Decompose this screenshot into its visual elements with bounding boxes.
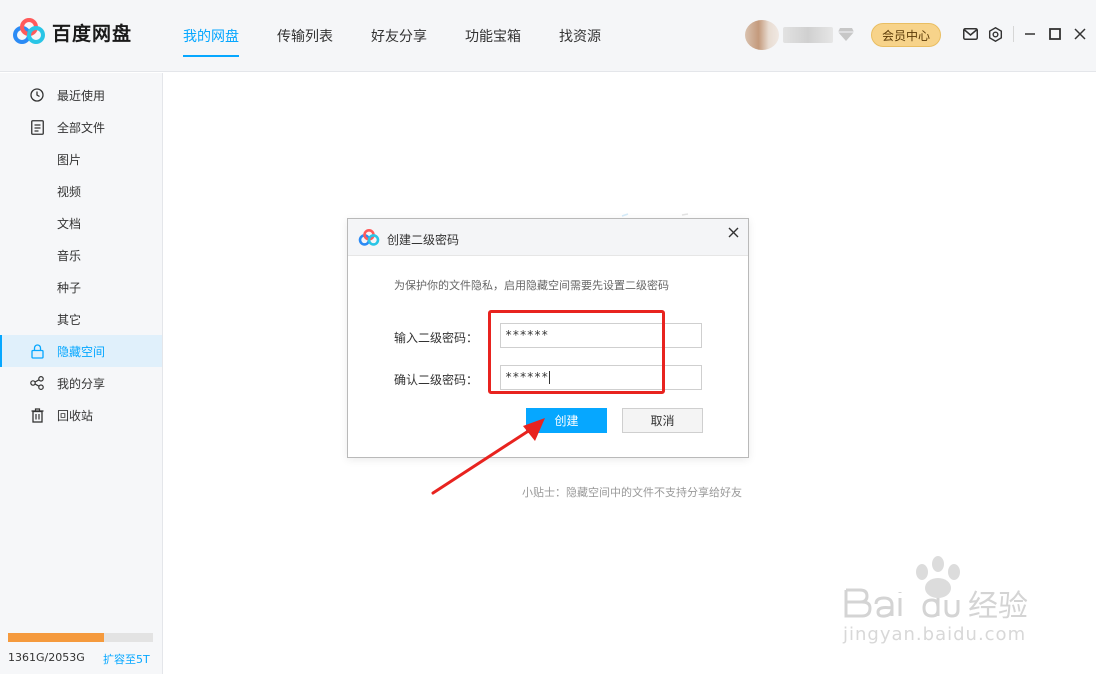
sidebar-item-label: 其它 xyxy=(57,312,82,327)
sidebar-item-label: 文档 xyxy=(57,216,82,231)
expand-storage-link[interactable]: 扩容至5T xyxy=(103,651,150,667)
tab-my-disk[interactable]: 我的网盘 xyxy=(183,0,239,72)
clock-icon xyxy=(29,87,45,103)
text-cursor xyxy=(549,371,551,384)
app-logo: 百度网盘 xyxy=(12,18,132,46)
sidebar-item-label: 隐藏空间 xyxy=(57,344,106,359)
username-blurred[interactable] xyxy=(783,27,833,43)
tab-toolbox[interactable]: 功能宝箱 xyxy=(465,0,521,72)
cancel-button[interactable]: 取消 xyxy=(622,408,703,433)
storage-progress-bar xyxy=(8,633,153,642)
close-window-icon[interactable] xyxy=(1072,26,1088,42)
sidebar-item-recent[interactable]: 最近使用 xyxy=(0,79,162,111)
dialog-close-icon[interactable] xyxy=(724,223,742,241)
sidebar-item-label: 回收站 xyxy=(57,408,94,423)
sidebar-item-label: 种子 xyxy=(57,280,82,295)
document-icon xyxy=(29,119,45,135)
confirm-password-value: ****** xyxy=(505,370,549,384)
maximize-icon[interactable] xyxy=(1047,26,1063,42)
sidebar-item-others[interactable]: 其它 xyxy=(0,303,162,335)
sidebar-item-recycle-bin[interactable]: 回收站 xyxy=(0,399,162,431)
sidebar-item-label: 视频 xyxy=(57,184,82,199)
top-bar: 百度网盘 我的网盘 传输列表 好友分享 功能宝箱 找资源 会员中心 xyxy=(0,0,1096,72)
create-password-dialog: 创建二级密码 为保护你的文件隐私，启用隐藏空间需要先设置二级密码 输入二级密码：… xyxy=(347,218,749,458)
minimize-icon[interactable] xyxy=(1022,26,1038,42)
create-button[interactable]: 创建 xyxy=(526,408,607,433)
sidebar-item-hidden-space[interactable]: 隐藏空间 xyxy=(0,335,162,367)
svg-text:经验: 经验 xyxy=(968,589,1028,624)
sidebar-item-music[interactable]: 音乐 xyxy=(0,239,162,271)
storage-progress-fill xyxy=(8,633,105,642)
settings-icon[interactable] xyxy=(987,26,1003,42)
toolbar-divider xyxy=(1013,26,1014,42)
baidu-cloud-logo-icon xyxy=(13,18,45,44)
dialog-description: 为保护你的文件隐私，启用隐藏空间需要先设置二级密码 xyxy=(394,279,669,292)
dialog-title: 创建二级密码 xyxy=(387,233,460,247)
sidebar-item-documents[interactable]: 文档 xyxy=(0,207,162,239)
baidu-cloud-logo-icon xyxy=(358,229,380,246)
password-label: 输入二级密码： xyxy=(394,331,479,345)
trash-icon xyxy=(29,407,45,423)
sidebar-item-label: 我的分享 xyxy=(57,376,106,391)
tab-transfer-list[interactable]: 传输列表 xyxy=(277,0,333,72)
sidebar-item-label: 全部文件 xyxy=(57,120,106,135)
dialog-header: 创建二级密码 xyxy=(348,219,748,256)
sidebar-item-my-shares[interactable]: 我的分享 xyxy=(0,367,162,399)
confirm-password-input[interactable]: ****** xyxy=(500,365,702,390)
hidden-space-tip: 小贴士：隐藏空间中的文件不支持分享给好友 xyxy=(522,486,742,499)
sidebar-item-label: 图片 xyxy=(57,152,82,167)
storage-usage-text: 1361G/2053G xyxy=(8,651,85,664)
vip-center-button[interactable]: 会员中心 xyxy=(871,23,941,47)
sidebar-item-label: 音乐 xyxy=(57,248,82,263)
sidebar: 最近使用 全部文件 图片 视频 文档 音乐 种子 其它 隐藏空间 我的分享 回收… xyxy=(0,73,163,674)
sidebar-item-torrents[interactable]: 种子 xyxy=(0,271,162,303)
tab-find-resources[interactable]: 找资源 xyxy=(559,0,601,72)
main-nav: 我的网盘 传输列表 好友分享 功能宝箱 找资源 xyxy=(183,0,639,72)
watermark-url: jingyan.baidu.com xyxy=(843,624,1027,645)
tab-friend-share[interactable]: 好友分享 xyxy=(371,0,427,72)
avatar[interactable] xyxy=(745,20,779,50)
sidebar-item-pictures[interactable]: 图片 xyxy=(0,143,162,175)
share-icon xyxy=(29,375,45,391)
confirm-password-label: 确认二级密码： xyxy=(394,373,479,387)
mail-icon[interactable] xyxy=(962,26,978,42)
sidebar-item-videos[interactable]: 视频 xyxy=(0,175,162,207)
lock-icon xyxy=(29,343,45,359)
app-name: 百度网盘 xyxy=(52,22,133,45)
diamond-icon[interactable] xyxy=(837,26,855,42)
password-input[interactable]: ****** xyxy=(500,323,702,348)
sidebar-item-label: 最近使用 xyxy=(57,88,106,103)
sidebar-item-all-files[interactable]: 全部文件 xyxy=(0,111,162,143)
